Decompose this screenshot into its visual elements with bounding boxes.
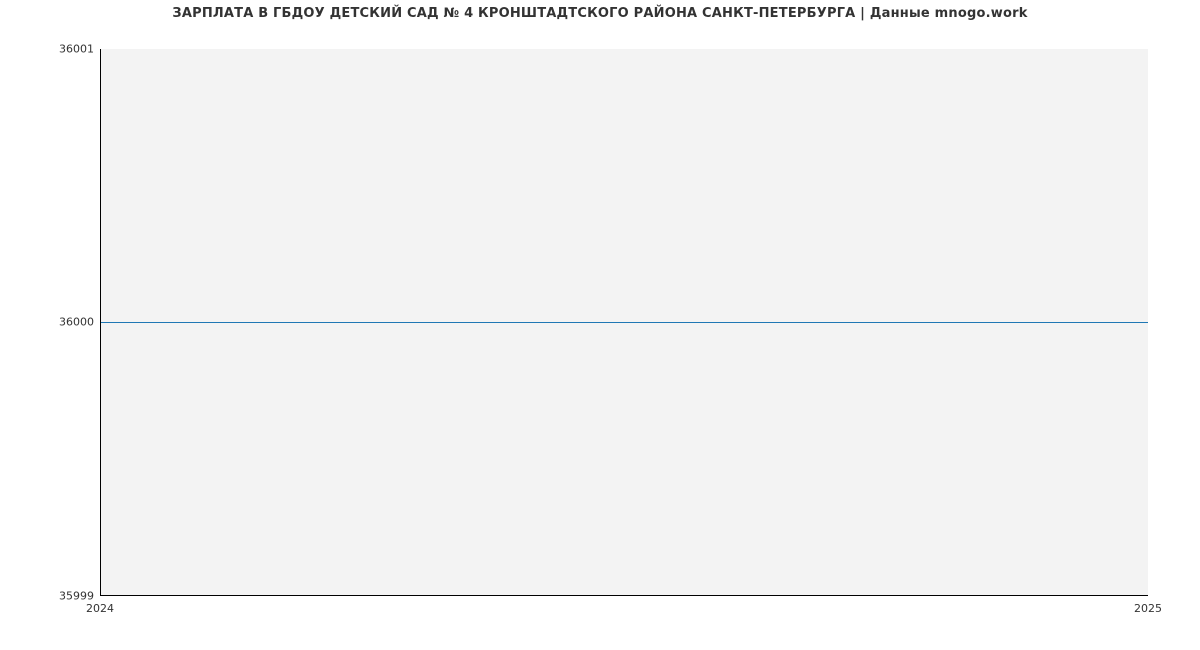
data-line: [101, 322, 1148, 323]
xtick-2025: 2025: [1134, 602, 1162, 615]
xtick-2024: 2024: [86, 602, 114, 615]
ytick-35999: 35999: [4, 590, 94, 603]
chart-container: ЗАРПЛАТА В ГБДОУ ДЕТСКИЙ САД № 4 КРОНШТА…: [0, 0, 1200, 650]
ytick-36001: 36001: [4, 43, 94, 56]
plot-area: [100, 49, 1148, 596]
ytick-36000: 36000: [4, 316, 94, 329]
chart-title: ЗАРПЛАТА В ГБДОУ ДЕТСКИЙ САД № 4 КРОНШТА…: [0, 6, 1200, 21]
